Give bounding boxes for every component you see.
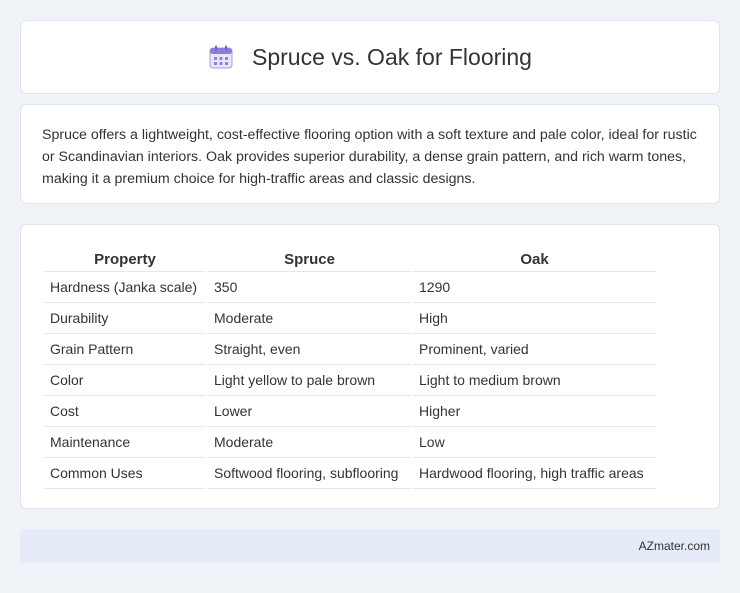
table-cell-oak: Prominent, varied <box>413 334 656 365</box>
column-header-spruce: Spruce <box>208 245 411 272</box>
table-cell-property: Common Uses <box>44 458 206 489</box>
table-cell-spruce: Moderate <box>208 303 411 334</box>
table-card: Property Spruce Oak Hardness (Janka scal… <box>20 224 720 509</box>
column-header-oak: Oak <box>413 245 656 272</box>
table-cell-property: Color <box>44 365 206 396</box>
table-cell-spruce: Softwood flooring, subflooring <box>208 458 411 489</box>
table-row: Hardness (Janka scale) 350 1290 <box>44 272 656 303</box>
table-cell-property: Durability <box>44 303 206 334</box>
footer: AZmater.com <box>20 529 720 563</box>
title-wrap: Spruce vs. Oak for Flooring <box>208 44 532 71</box>
comparison-table: Property Spruce Oak Hardness (Janka scal… <box>42 245 658 489</box>
description-card: Spruce offers a lightweight, cost-effect… <box>20 104 720 204</box>
table-row: Common Uses Softwood flooring, subfloori… <box>44 458 656 489</box>
table-cell-oak: High <box>413 303 656 334</box>
table-cell-spruce: Light yellow to pale brown <box>208 365 411 396</box>
title-card: Spruce vs. Oak for Flooring <box>20 20 720 94</box>
table-cell-property: Grain Pattern <box>44 334 206 365</box>
table-cell-property: Cost <box>44 396 206 427</box>
table-cell-spruce: Moderate <box>208 427 411 458</box>
table-cell-oak: 1290 <box>413 272 656 303</box>
table-cell-spruce: 350 <box>208 272 411 303</box>
table-row: Color Light yellow to pale brown Light t… <box>44 365 656 396</box>
footer-site-link[interactable]: AZmater.com <box>639 539 710 553</box>
table-cell-oak: Higher <box>413 396 656 427</box>
table-cell-property: Hardness (Janka scale) <box>44 272 206 303</box>
table-row: Grain Pattern Straight, even Prominent, … <box>44 334 656 365</box>
table-cell-property: Maintenance <box>44 427 206 458</box>
page-title: Spruce vs. Oak for Flooring <box>252 43 532 70</box>
description-text: Spruce offers a lightweight, cost-effect… <box>42 127 697 187</box>
table-row: Cost Lower Higher <box>44 396 656 427</box>
table-cell-oak: Hardwood flooring, high traffic areas <box>413 458 656 489</box>
column-header-property: Property <box>44 245 206 272</box>
table-cell-oak: Low <box>413 427 656 458</box>
table-header-row: Property Spruce Oak <box>44 245 656 272</box>
table-cell-spruce: Lower <box>208 396 411 427</box>
table-row: Maintenance Moderate Low <box>44 427 656 458</box>
calendar-icon <box>209 45 233 69</box>
table-cell-oak: Light to medium brown <box>413 365 656 396</box>
table-row: Durability Moderate High <box>44 303 656 334</box>
table-cell-spruce: Straight, even <box>208 334 411 365</box>
